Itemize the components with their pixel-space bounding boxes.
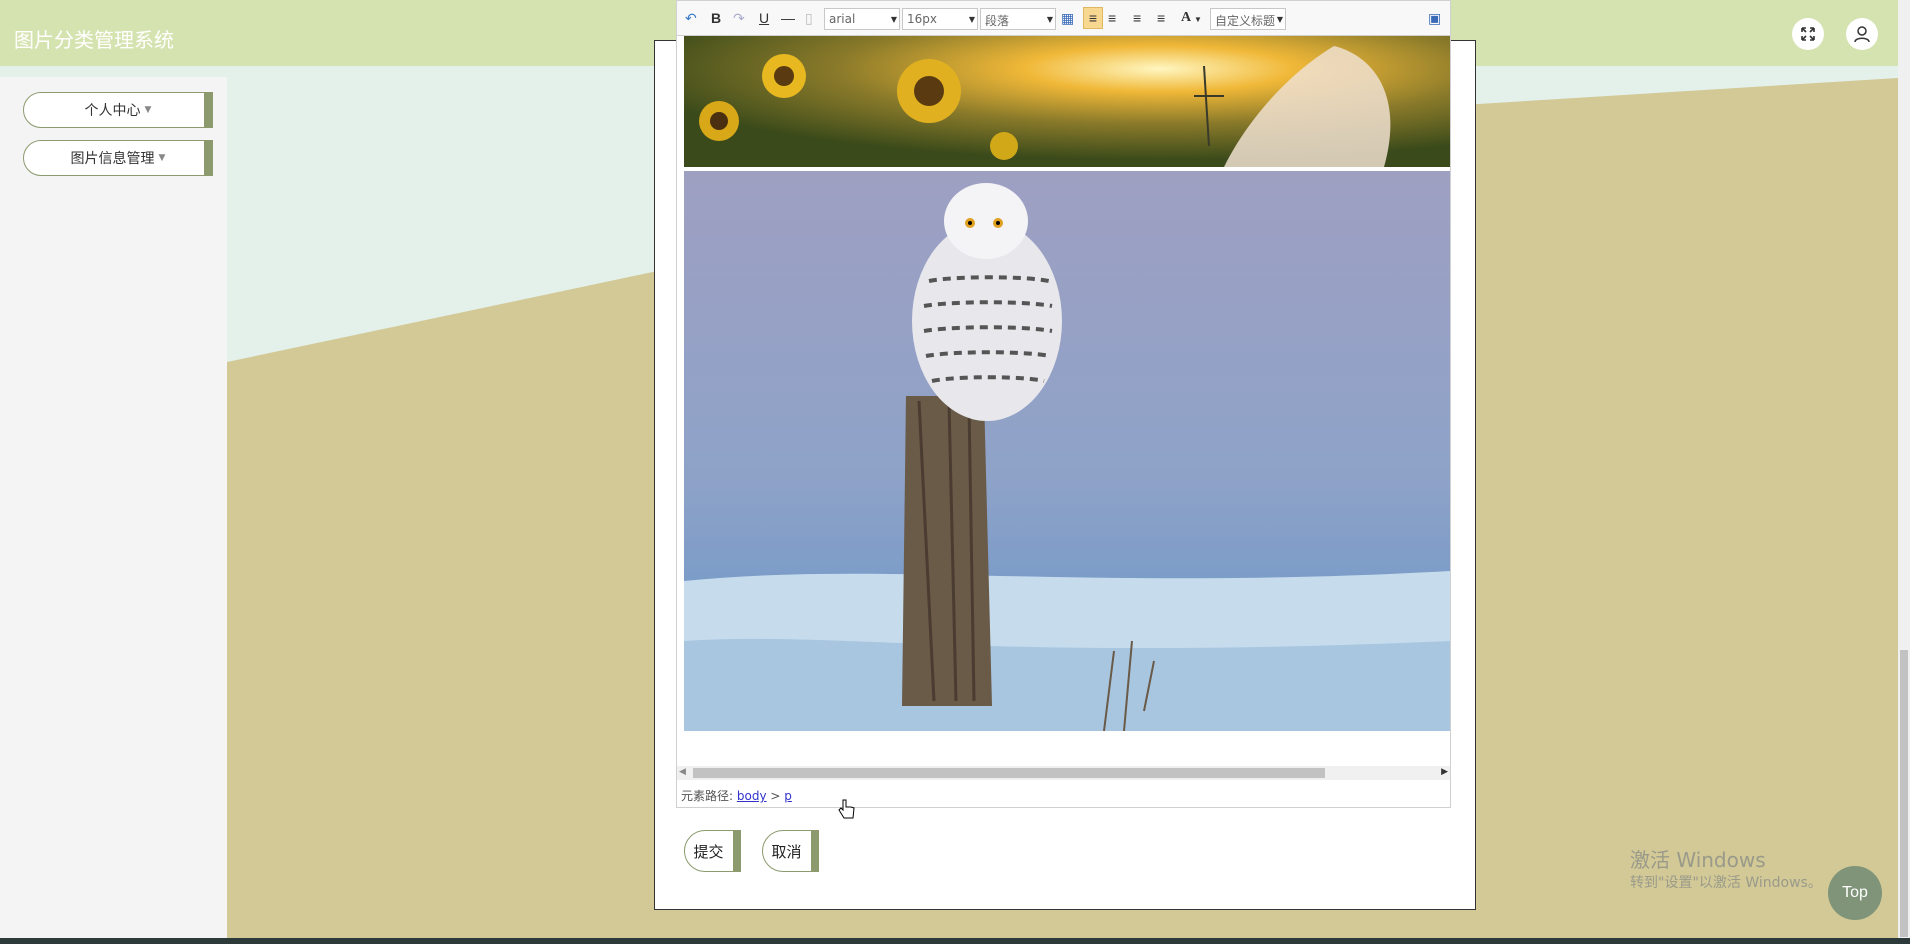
sidebar-item-personal-center[interactable]: 个人中心 ▼: [23, 92, 213, 128]
paragraph-format-select[interactable]: 段落 ▼: [980, 8, 1056, 30]
editor-toolbar: ↶ B ↷ U — ▯ arial ▼ 16px ▼ 段落 ▼ ▦ ≡ ≡ ≡ ≡ A…: [676, 0, 1451, 36]
path-link-p[interactable]: p: [784, 789, 792, 803]
align-center-icon[interactable]: ≡: [1133, 10, 1141, 26]
dropdown-arrow-icon: ▼: [968, 15, 975, 24]
sidebar-item-image-info[interactable]: 图片信息管理 ▼: [23, 140, 213, 176]
scroll-left-icon[interactable]: ◀: [679, 766, 686, 777]
scroll-right-icon[interactable]: ▶: [1441, 766, 1448, 777]
font-color-button[interactable]: A: [1181, 10, 1191, 26]
back-to-top-button[interactable]: Top: [1828, 866, 1882, 920]
scrollbar-thumb[interactable]: [1900, 650, 1908, 937]
dropdown-arrow-icon: ▼: [890, 15, 897, 24]
font-size-value: 16px: [907, 12, 937, 26]
path-separator: >: [770, 789, 781, 803]
submit-button[interactable]: 提交: [684, 830, 741, 872]
sunflower-image[interactable]: [684, 36, 1450, 167]
cancel-button[interactable]: 取消: [762, 830, 819, 872]
owl-image[interactable]: [684, 171, 1450, 731]
page-vertical-scrollbar[interactable]: [1898, 0, 1910, 944]
font-size-select[interactable]: 16px ▼: [902, 8, 978, 30]
font-family-value: arial: [829, 12, 856, 26]
sidebar: 个人中心 ▼ 图片信息管理 ▼: [0, 77, 227, 939]
user-button[interactable]: [1846, 18, 1878, 50]
user-icon: [1854, 26, 1870, 43]
chevron-down-icon: ▼: [158, 153, 166, 163]
fullscreen-icon: [1801, 27, 1815, 41]
paragraph-format-value: 段落: [985, 14, 1010, 28]
underline-button[interactable]: U: [759, 10, 769, 26]
undo-icon[interactable]: ↶: [685, 10, 697, 27]
page-icon[interactable]: ▯: [805, 10, 813, 27]
align-justify-icon[interactable]: ≡: [1157, 10, 1165, 26]
horizontal-rule-icon[interactable]: —: [781, 10, 795, 26]
align-right-icon[interactable]: ≡: [1108, 10, 1116, 26]
dropdown-arrow-icon: ▼: [1276, 15, 1283, 24]
element-path-label: 元素路径:: [681, 789, 734, 803]
scrollbar-thumb[interactable]: [693, 768, 1325, 778]
element-path-bar: 元素路径: body > p: [677, 785, 1450, 807]
windows-activation-hint: 转到"设置"以激活 Windows。: [1630, 875, 1822, 891]
hand-cursor-icon: [838, 799, 855, 819]
align-left-icon[interactable]: ≡: [1083, 7, 1103, 29]
taskbar-strip: [0, 938, 1910, 944]
editor-horizontal-scrollbar[interactable]: ◀ ▶: [677, 766, 1450, 780]
path-link-body[interactable]: body: [737, 789, 767, 803]
fullscreen-editor-icon[interactable]: ▣: [1428, 10, 1441, 27]
sidebar-item-label: 图片信息管理: [70, 151, 155, 167]
table-icon[interactable]: ▦: [1061, 10, 1074, 27]
fullscreen-button[interactable]: [1792, 18, 1824, 50]
cancel-label: 取消: [771, 842, 802, 861]
app-title: 图片分类管理系统: [14, 28, 174, 52]
bold-button[interactable]: B: [711, 10, 721, 26]
sidebar-item-label: 个人中心: [84, 103, 141, 119]
dropdown-arrow-icon: ▼: [1046, 15, 1053, 24]
custom-heading-value: 自定义标题: [1215, 14, 1276, 28]
submit-label: 提交: [693, 842, 724, 861]
chevron-down-icon: ▼: [144, 105, 152, 115]
custom-heading-select[interactable]: 自定义标题 ▼: [1210, 8, 1286, 30]
redo-icon[interactable]: ↷: [733, 10, 745, 27]
windows-activation-title: 激活 Windows: [1630, 848, 1766, 872]
chevron-down-icon[interactable]: ▼: [1194, 15, 1202, 24]
font-family-select[interactable]: arial ▼: [824, 8, 900, 30]
